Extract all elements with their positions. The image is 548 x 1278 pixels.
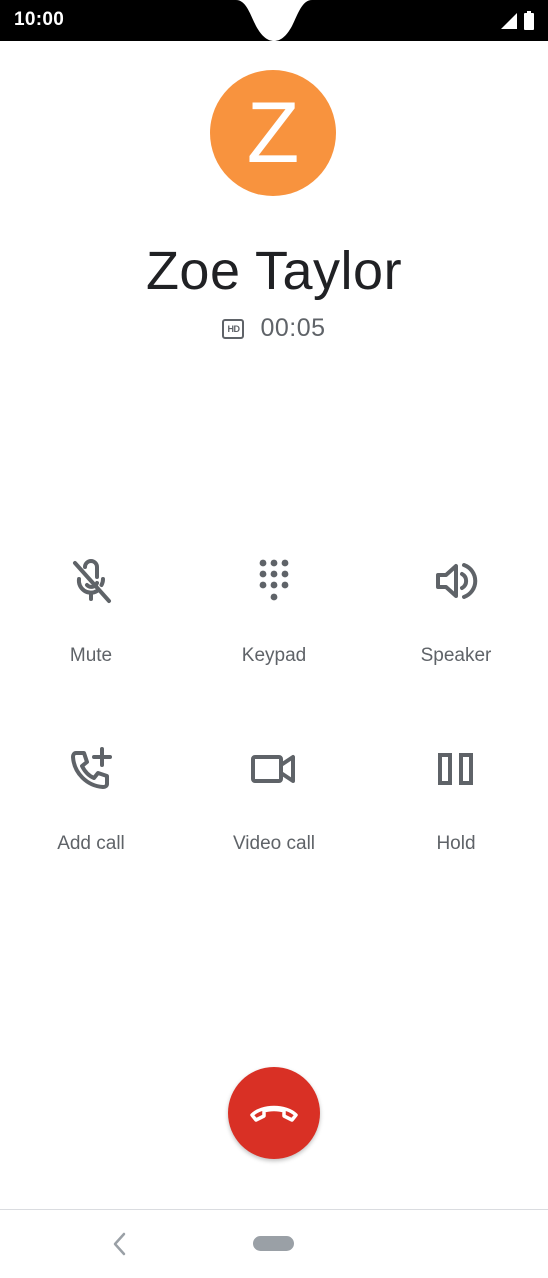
caller-name: Zoe Taylor xyxy=(145,241,403,301)
status-icons xyxy=(500,11,534,30)
back-icon[interactable] xyxy=(108,1230,132,1258)
add-call-button[interactable]: Add call xyxy=(0,745,182,855)
avatar-letter: Z xyxy=(246,84,300,181)
call-duration: 00:05 xyxy=(260,314,326,342)
home-pill-icon[interactable] xyxy=(253,1236,294,1251)
dialpad-icon xyxy=(259,559,289,601)
video-call-label: Video call xyxy=(232,833,316,854)
hd-icon-text: HD xyxy=(227,323,240,334)
call-info: HD 00:05 xyxy=(0,314,548,343)
volume-icon xyxy=(436,563,478,599)
call-end-icon xyxy=(250,1105,298,1122)
status-bar-notch-background xyxy=(0,0,548,41)
keypad-button[interactable]: Keypad xyxy=(183,557,365,667)
videocam-icon xyxy=(251,755,295,783)
caller-avatar: Z xyxy=(210,70,336,196)
speaker-label: Speaker xyxy=(420,645,492,666)
nav-divider xyxy=(0,1209,548,1210)
add-call-icon xyxy=(71,747,112,789)
hold-label: Hold xyxy=(436,833,476,854)
mic-off-icon xyxy=(73,559,111,603)
in-call-screen: 10:00 Z Zoe Taylor HD 00:05 Mute Keypad … xyxy=(0,0,548,1278)
status-time: 10:00 xyxy=(14,9,65,30)
battery-icon xyxy=(524,11,534,30)
hold-button[interactable]: Hold xyxy=(365,745,547,855)
speaker-button[interactable]: Speaker xyxy=(365,557,547,667)
status-bar: 10:00 xyxy=(0,0,548,41)
mute-button[interactable]: Mute xyxy=(0,557,182,667)
pause-icon xyxy=(438,753,473,785)
signal-icon xyxy=(501,13,517,29)
hd-icon: HD xyxy=(222,318,245,339)
add-call-label: Add call xyxy=(57,833,125,854)
video-call-button[interactable]: Video call xyxy=(183,745,365,855)
keypad-label: Keypad xyxy=(241,645,307,666)
end-call-button[interactable] xyxy=(228,1067,320,1159)
mute-label: Mute xyxy=(69,645,113,666)
